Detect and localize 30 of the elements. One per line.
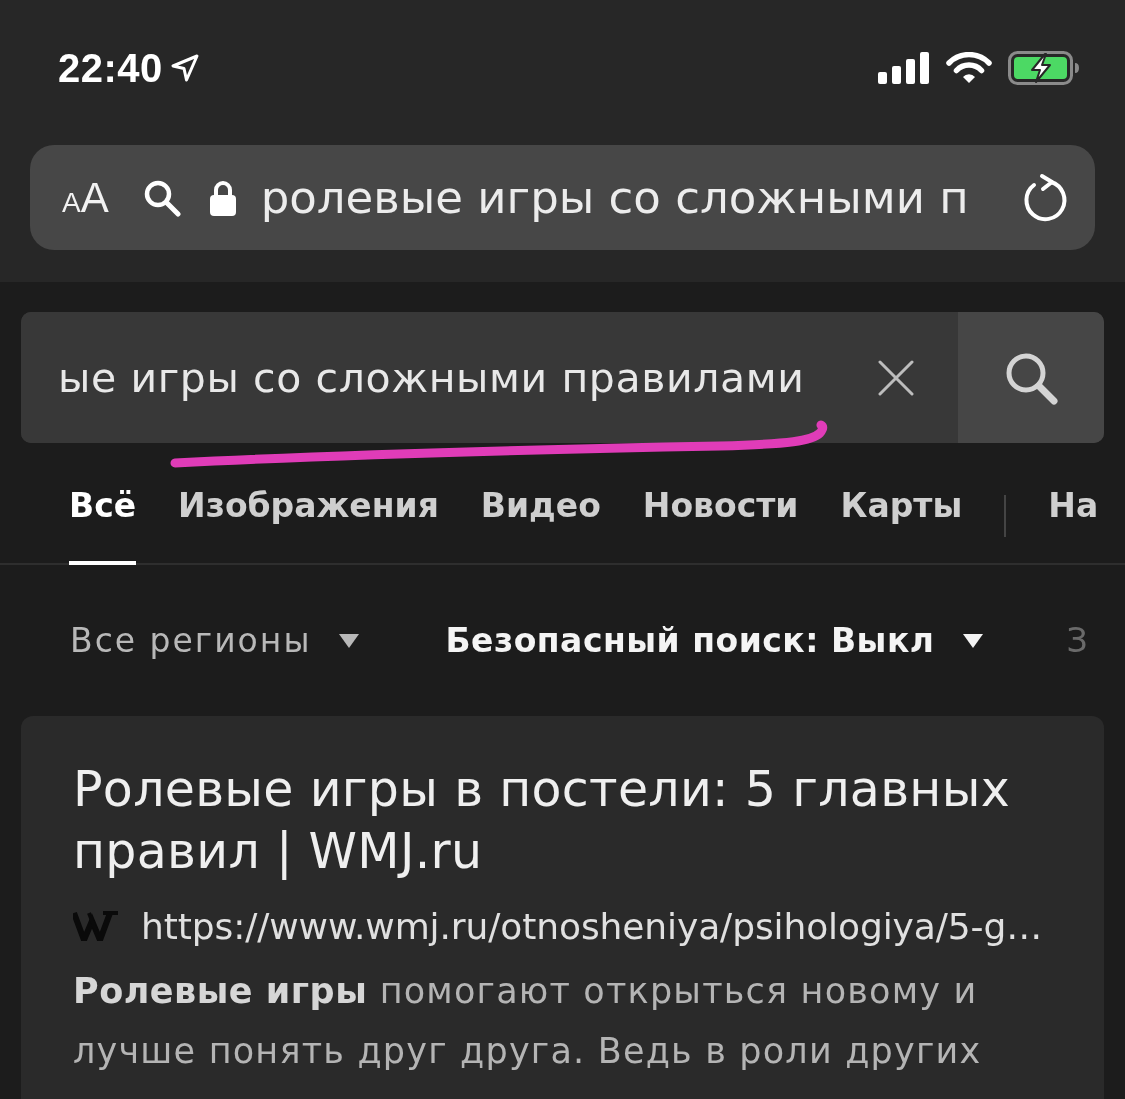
address-text: ролевые игры со сложными п [260, 171, 970, 224]
clear-button[interactable] [878, 359, 914, 396]
tab[interactable]: Новости [642, 468, 799, 565]
tab[interactable]: Всё [69, 468, 137, 565]
reload-icon [1021, 172, 1069, 223]
location-arrow-icon [170, 54, 199, 82]
caret-icon [339, 633, 360, 648]
close-icon [878, 359, 914, 396]
search-query-text: ые игры со сложными правилами [58, 353, 806, 402]
search-button[interactable] [958, 312, 1104, 443]
battery-charging-icon [1008, 51, 1080, 85]
tab[interactable]: Видео [480, 468, 601, 565]
tab[interactable]: Изображения [178, 468, 439, 565]
tab[interactable]: Карты [840, 468, 963, 565]
favicon-icon [73, 911, 119, 941]
text-size-button[interactable]: AA [62, 173, 109, 222]
tab[interactable]: На [1048, 468, 1099, 565]
search-icon [142, 178, 181, 217]
caret-icon [962, 633, 983, 648]
signal-bars-icon [878, 52, 930, 84]
filter-dropdown[interactable]: Все регионы [70, 621, 360, 660]
result-snippet: Ролевые игры помогают открыться новому и лучше понять друг друга. Ведь в роли других [73, 970, 983, 1073]
filter-dropdown[interactable]: Безопасный поиск: Выкл [445, 621, 983, 660]
status-time: 22:40 [58, 45, 163, 91]
address-bar[interactable]: AA ролевые игры со сложными п [30, 145, 1095, 250]
lock-icon [208, 178, 237, 217]
result-url[interactable]: https://www.wmj.ru/otnosheniya/psihologiya/5-g… [141, 905, 1043, 947]
result-title-link[interactable]: Ролевые игры в постели: 5 главных правил | WMJ.ru [73, 759, 1048, 883]
wifi-icon [946, 52, 992, 84]
reload-button[interactable] [1021, 172, 1069, 223]
